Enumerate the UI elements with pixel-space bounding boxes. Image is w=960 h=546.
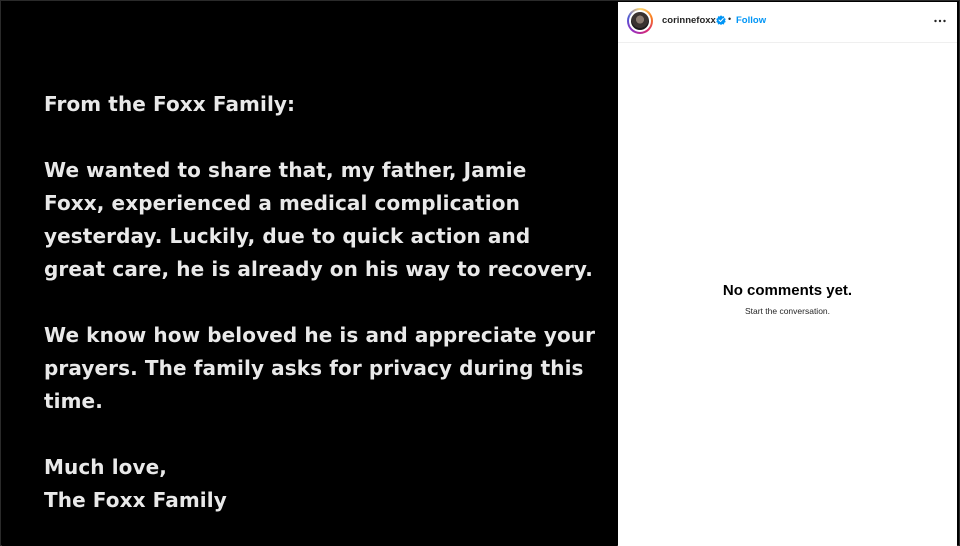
more-options-icon[interactable]: [931, 12, 949, 30]
empty-comments: No comments yet. Start the conversation.: [618, 282, 957, 316]
username-link[interactable]: corinnefoxx: [662, 15, 716, 26]
separator-dot: •: [728, 14, 732, 24]
statement-line: Foxx, experienced a medical complication: [44, 191, 520, 215]
statement-line: From the Foxx Family:: [44, 92, 296, 116]
comments-panel: corinnefoxx • Follow No comments yet. St…: [618, 2, 957, 546]
statement-line: great care, he is already on his way to …: [44, 257, 593, 281]
post-media: From the Foxx Family: We wanted to share…: [2, 2, 617, 546]
statement-line: The Foxx Family: [44, 488, 227, 512]
post-header: corinnefoxx • Follow: [618, 2, 957, 43]
statement-text: From the Foxx Family: We wanted to share…: [44, 88, 604, 517]
statement-line: time.: [44, 389, 103, 413]
statement-line: We wanted to share that, my father, Jami…: [44, 158, 527, 182]
statement-line: yesterday. Luckily, due to quick action …: [44, 224, 531, 248]
statement-paragraph: We know how beloved he is and appreciate…: [44, 319, 604, 418]
statement-line: Much love,: [44, 455, 167, 479]
statement-line: prayers. The family asks for privacy dur…: [44, 356, 584, 380]
avatar[interactable]: [627, 8, 653, 34]
statement-paragraph: Much love, The Foxx Family: [44, 451, 604, 517]
verified-badge-icon: [716, 15, 726, 25]
post-modal: From the Foxx Family: We wanted to share…: [0, 0, 960, 546]
statement-paragraph: We wanted to share that, my father, Jami…: [44, 154, 604, 286]
follow-button[interactable]: Follow: [736, 15, 766, 26]
empty-comments-title: No comments yet.: [722, 282, 853, 299]
statement-paragraph: From the Foxx Family:: [44, 88, 604, 121]
avatar-border: [629, 10, 651, 32]
avatar-image: [631, 12, 649, 30]
statement-line: We know how beloved he is and appreciate…: [44, 323, 596, 347]
empty-comments-subtitle: Start the conversation.: [744, 306, 831, 316]
